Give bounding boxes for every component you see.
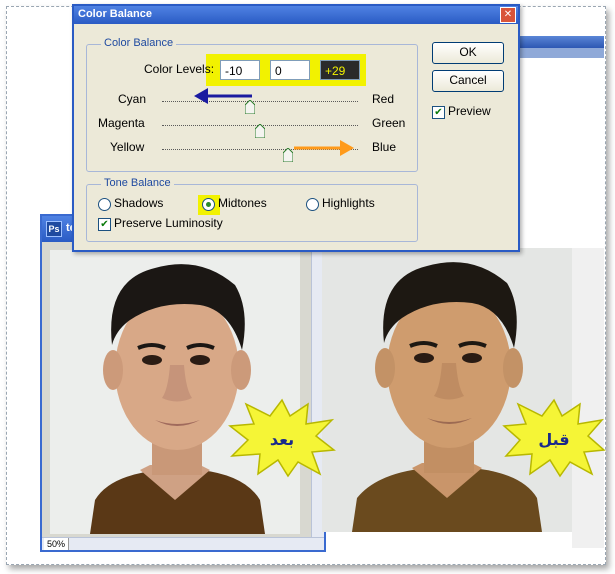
ok-button[interactable]: OK [432, 42, 504, 64]
slider-green-label: Green [372, 116, 406, 130]
photo-after[interactable] [50, 250, 300, 534]
tone-balance-group-label: Tone Balance [101, 177, 174, 189]
dialog-title: Color Balance [78, 8, 152, 20]
cancel-button[interactable]: Cancel [432, 70, 504, 92]
zoom-level[interactable]: 50% [44, 538, 70, 550]
slider-blue-label: Blue [372, 140, 397, 154]
slider-magenta-label: Magenta [98, 116, 145, 130]
dialog-titlebar[interactable]: Color Balance ✕ [74, 6, 518, 24]
preview-checkbox[interactable]: ✔ [432, 106, 445, 119]
midtones-radio[interactable] [202, 198, 215, 211]
magenta-green-slider-thumb[interactable] [255, 124, 265, 138]
shadows-label[interactable]: Shadows [114, 196, 163, 210]
highlights-label[interactable]: Highlights [322, 196, 375, 210]
close-icon[interactable]: ✕ [500, 7, 516, 23]
preserve-luminosity-checkbox[interactable]: ✔ [98, 218, 111, 231]
slider-yellow-label: Yellow [110, 140, 145, 154]
midtones-label[interactable]: Midtones [218, 196, 267, 210]
cyan-red-level-input[interactable]: -10 [220, 60, 260, 80]
portrait-before [322, 248, 572, 532]
yellow-blue-level-input[interactable]: +29 [320, 60, 360, 80]
portrait-after [50, 250, 300, 534]
preview-label[interactable]: Preview [448, 104, 491, 118]
photoshop-doc-icon: Ps [46, 221, 62, 237]
background-app-panel [514, 48, 604, 58]
background-app-titlebar [514, 36, 604, 48]
tone-balance-group: Tone Balance [86, 177, 418, 242]
after-starburst: بعد [228, 398, 336, 478]
color-levels-label: Color Levels: [144, 62, 215, 76]
magenta-green-level-input[interactable]: 0 [270, 60, 310, 80]
photo-window[interactable]: Ps te 50% [40, 214, 326, 552]
highlights-radio[interactable] [306, 198, 319, 211]
shadows-radio[interactable] [98, 198, 111, 211]
color-balance-dialog[interactable]: Color Balance ✕ Color Balance Color Leve… [72, 4, 520, 252]
horizontal-scrollbar[interactable]: 50% [42, 537, 324, 550]
photo-before [322, 248, 572, 532]
after-label: بعد [270, 430, 294, 449]
color-balance-group-label: Color Balance [101, 37, 177, 49]
slider-cyan-label: Cyan [118, 92, 147, 106]
slider-red-label: Red [372, 92, 395, 106]
left-arrow-annotation [194, 88, 252, 104]
before-starburst: قبل [502, 398, 606, 478]
before-label: قبل [538, 430, 569, 449]
preserve-luminosity-label[interactable]: Preserve Luminosity [114, 216, 223, 230]
right-arrow-annotation [294, 140, 354, 156]
